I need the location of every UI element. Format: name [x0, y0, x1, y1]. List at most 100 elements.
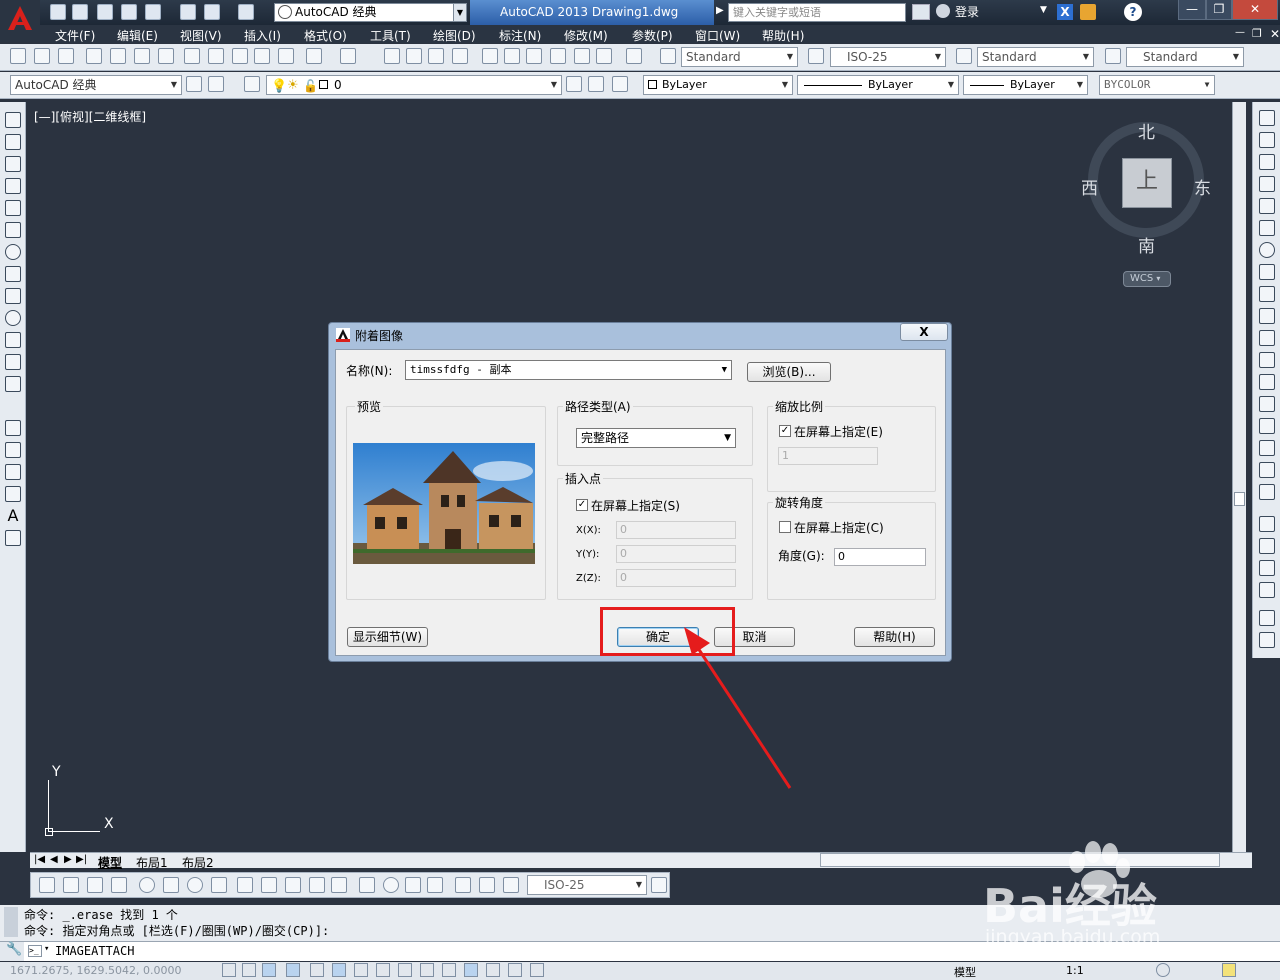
ellipse-icon[interactable]: [5, 310, 21, 326]
chevron-right-icon[interactable]: ▶: [716, 5, 724, 16]
blend-curves-icon[interactable]: [1259, 462, 1275, 478]
make-current-layer-icon[interactable]: [566, 76, 582, 92]
scale-field[interactable]: 1: [778, 447, 878, 465]
help-button[interactable]: 帮助(H): [854, 627, 935, 647]
menu-window[interactable]: 窗口(W): [695, 27, 740, 44]
mdi-close-button[interactable]: ✕: [1270, 27, 1280, 41]
workspace-select[interactable]: AutoCAD 经典: [274, 3, 454, 22]
chevron-down-icon[interactable]: ▾: [44, 944, 49, 954]
wcs-menu-button[interactable]: WCS ▾: [1123, 271, 1171, 287]
point-icon[interactable]: [5, 398, 21, 414]
revcloud-icon[interactable]: [5, 266, 21, 282]
mleader-style-icon[interactable]: [1105, 48, 1121, 64]
quick-properties-icon[interactable]: [486, 963, 500, 977]
viewcube-top-face[interactable]: 上: [1122, 158, 1172, 208]
ortho-mode-icon[interactable]: [286, 963, 300, 977]
rotation-onscreen-checkbox[interactable]: [779, 521, 791, 533]
gear-icon[interactable]: [186, 76, 202, 92]
undo-icon[interactable]: [204, 4, 220, 20]
mdi-restore-button[interactable]: ❐: [1252, 27, 1262, 40]
angular-dim-icon[interactable]: [211, 877, 227, 893]
table-icon[interactable]: [5, 486, 21, 502]
ordinate-dim-icon[interactable]: [111, 877, 127, 893]
minimize-button[interactable]: —: [1178, 0, 1206, 20]
redo-icon[interactable]: [238, 4, 254, 20]
continue-dim-icon[interactable]: [285, 877, 301, 893]
tab-layout2[interactable]: 布局2: [182, 854, 214, 871]
3d-osnap-icon[interactable]: [354, 963, 368, 977]
offset-icon[interactable]: [1259, 176, 1275, 192]
jogged-dim-icon[interactable]: [163, 877, 179, 893]
plot-icon[interactable]: [86, 48, 102, 64]
diameter-dim-icon[interactable]: [187, 877, 203, 893]
move-icon[interactable]: [1259, 220, 1275, 236]
line-icon[interactable]: [5, 112, 21, 128]
redo-icon[interactable]: [340, 48, 356, 64]
publish-icon[interactable]: [145, 4, 161, 20]
inspection-icon[interactable]: [405, 877, 421, 893]
publish-icon[interactable]: [134, 48, 150, 64]
name-select[interactable]: timssfdfg - 副本 ▼: [405, 360, 732, 380]
baseline-dim-icon[interactable]: [261, 877, 277, 893]
application-menu-button[interactable]: [0, 0, 40, 42]
wrench-icon[interactable]: 🔧: [0, 942, 24, 961]
app-store-icon[interactable]: [1080, 4, 1096, 20]
hatch-icon[interactable]: [5, 420, 21, 436]
explode-icon[interactable]: [1259, 484, 1275, 500]
sheet-set-icon[interactable]: [550, 48, 566, 64]
tool-palettes-icon[interactable]: [526, 48, 542, 64]
x-field[interactable]: 0: [616, 521, 736, 539]
tab-layout1[interactable]: 布局1: [136, 854, 168, 871]
print-icon[interactable]: [180, 4, 196, 20]
help-icon[interactable]: ?: [1124, 3, 1142, 21]
jogged-linear-icon[interactable]: [427, 877, 443, 893]
login-button[interactable]: 登录: [955, 3, 979, 22]
text-style-icon[interactable]: [660, 48, 676, 64]
tab-next-icon[interactable]: ▶: [64, 854, 72, 865]
tab-last-icon[interactable]: ▶|: [76, 854, 87, 865]
tab-first-icon[interactable]: |◀: [34, 854, 45, 865]
save-icon[interactable]: [58, 48, 74, 64]
add-selected-icon[interactable]: [5, 530, 21, 546]
region-icon[interactable]: [5, 464, 21, 480]
copy-object-icon[interactable]: [1259, 132, 1275, 148]
command-prompt-icon[interactable]: >_: [28, 945, 42, 957]
gradient-icon[interactable]: [5, 442, 21, 458]
table-style-select[interactable]: Standard ▼: [977, 47, 1094, 67]
selection-cycling-icon[interactable]: [508, 963, 522, 977]
menu-modify[interactable]: 修改(M): [564, 27, 608, 44]
layer-previous-icon[interactable]: [588, 76, 604, 92]
cut-icon[interactable]: [184, 48, 200, 64]
menu-insert[interactable]: 插入(I): [244, 27, 281, 44]
compass-south[interactable]: 南: [1138, 232, 1155, 257]
copy-icon[interactable]: [208, 48, 224, 64]
chamfer-icon[interactable]: [1259, 418, 1275, 434]
scale-icon[interactable]: [1259, 264, 1275, 280]
circle-icon[interactable]: [5, 244, 21, 260]
undo-icon[interactable]: [306, 48, 322, 64]
lineweight-select[interactable]: ByLayer ▼: [963, 75, 1088, 95]
polar-tracking-icon[interactable]: [310, 963, 324, 977]
menu-tools[interactable]: 工具(T): [370, 27, 411, 44]
new-icon[interactable]: [50, 4, 66, 20]
pan-icon[interactable]: [384, 48, 400, 64]
ducs-icon[interactable]: [398, 963, 412, 977]
polygon-icon[interactable]: [5, 178, 21, 194]
show-details-button[interactable]: 显示细节(W): [347, 627, 428, 647]
make-block-icon[interactable]: [5, 376, 21, 392]
tab-prev-icon[interactable]: ◀: [50, 854, 58, 865]
lightbulb-icon[interactable]: [1222, 963, 1236, 977]
mdi-minimize-button[interactable]: —: [1235, 27, 1245, 38]
binoculars-icon[interactable]: [912, 4, 930, 20]
construction-line-icon[interactable]: [5, 134, 21, 150]
layer-select[interactable]: 💡 ☀ 🔓 0 ▼: [266, 75, 562, 95]
menu-edit[interactable]: 编辑(E): [117, 27, 158, 44]
save-icon[interactable]: [97, 4, 113, 20]
insert-block-icon[interactable]: [5, 354, 21, 370]
annotation-monitor-icon[interactable]: [530, 963, 544, 977]
chevron-down-icon[interactable]: ▼: [1040, 5, 1047, 15]
zoom-window-icon[interactable]: [428, 48, 444, 64]
dim-break-icon[interactable]: [331, 877, 347, 893]
properties-icon[interactable]: [482, 48, 498, 64]
lineweight-icon[interactable]: [442, 963, 456, 977]
